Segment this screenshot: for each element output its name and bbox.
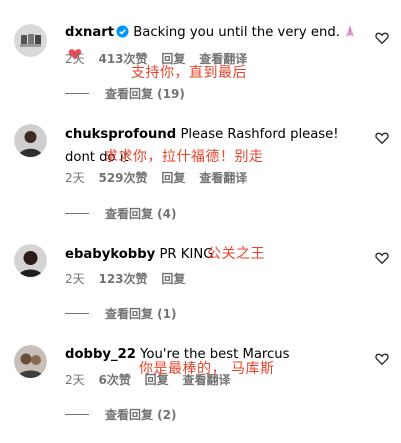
avatar[interactable] — [14, 24, 47, 57]
view-replies-button[interactable]: 查看回复 (4) — [65, 206, 177, 222]
view-replies-label: 查看回复 (4) — [105, 207, 177, 221]
like-heart-icon[interactable] — [375, 131, 389, 145]
comment-username[interactable]: chuksprofound — [65, 127, 176, 142]
comment-meta: 2天 529次赞 回复 查看翻译 — [65, 170, 257, 186]
view-replies-button[interactable]: 查看回复 (19) — [65, 86, 185, 102]
translate-button[interactable]: 查看翻译 — [183, 373, 231, 387]
divider — [65, 313, 89, 314]
like-heart-icon[interactable] — [375, 251, 389, 265]
comment-username[interactable]: dxnart — [65, 25, 114, 40]
view-replies-label: 查看回复 (1) — [105, 307, 177, 321]
view-replies-label: 查看回复 (19) — [105, 87, 185, 101]
divider — [65, 93, 89, 94]
translation-annotation: 支持你，直到最后 — [131, 65, 247, 81]
comment-text: Backing you until the very end. — [133, 25, 340, 40]
comment-text: PR KING — [159, 247, 214, 262]
divider — [65, 213, 89, 214]
view-replies-label: 查看回复 (2) — [105, 408, 177, 422]
avatar[interactable] — [14, 345, 47, 378]
comment-time: 2天 — [65, 373, 85, 387]
comment-username[interactable]: dobby_22 — [65, 347, 136, 362]
comment-meta: 2天 6次赞 回复 查看翻译 — [65, 372, 241, 388]
comment-username[interactable]: ebabykobby — [65, 247, 155, 262]
comment-time: 2天 — [65, 272, 85, 286]
likes-count[interactable]: 529次赞 — [98, 171, 147, 185]
verified-badge-icon — [116, 25, 129, 38]
like-heart-icon[interactable] — [375, 31, 389, 45]
translation-annotation: 求求你，拉什福德！别走 — [104, 149, 264, 165]
likes-count[interactable]: 6次赞 — [98, 373, 130, 387]
reply-button[interactable]: 回复 — [161, 272, 185, 286]
likes-count[interactable]: 123次赞 — [98, 272, 147, 286]
translate-button[interactable]: 查看翻译 — [199, 171, 247, 185]
like-heart-icon[interactable] — [375, 352, 389, 366]
comment-time: 2天 — [65, 171, 85, 185]
comment-meta: 2天 123次赞 回复 — [65, 271, 195, 287]
avatar[interactable] — [14, 244, 47, 277]
reply-button[interactable]: 回复 — [145, 373, 169, 387]
translation-annotation: 公关之王 — [207, 246, 265, 262]
avatar[interactable] — [14, 124, 47, 157]
view-replies-button[interactable]: 查看回复 (1) — [65, 306, 177, 322]
praying-hands-emoji — [343, 24, 357, 38]
divider — [65, 414, 89, 415]
view-replies-button[interactable]: 查看回复 (2) — [65, 407, 177, 423]
comment-time: 2天 — [65, 52, 85, 66]
reply-button[interactable]: 回复 — [161, 171, 185, 185]
